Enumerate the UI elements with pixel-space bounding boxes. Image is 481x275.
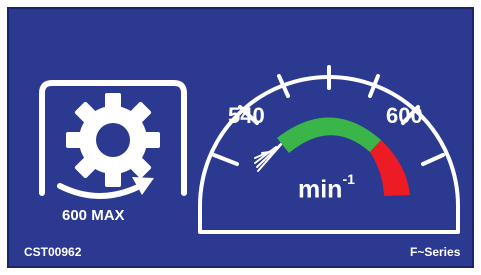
decal-frame: 540 600 min-1 600 MAX CST00962 F~Series: [0, 0, 481, 275]
decal-artwork: [39, 65, 460, 234]
gear-icon: [66, 93, 160, 187]
gauge-tick: [212, 153, 239, 166]
pto-max-label: 600 MAX: [62, 207, 125, 224]
gauge-scale-label-high: 600: [386, 103, 423, 128]
gauge-dial: [198, 75, 460, 234]
unit-base: min: [298, 175, 343, 204]
part-code-label: CST00962: [24, 245, 82, 259]
series-label: F~Series: [410, 245, 461, 259]
unit-exponent: -1: [342, 171, 355, 187]
gauge-red-zone: [370, 140, 410, 196]
gauge-scale-label-low: 540: [228, 103, 265, 128]
rotation-arrow-icon: [57, 183, 143, 199]
gauge-unit-label: min-1: [298, 171, 355, 204]
speed-lines-icon: [254, 138, 287, 172]
gauge-green-zone: [277, 117, 381, 153]
gauge-tick: [421, 153, 445, 166]
